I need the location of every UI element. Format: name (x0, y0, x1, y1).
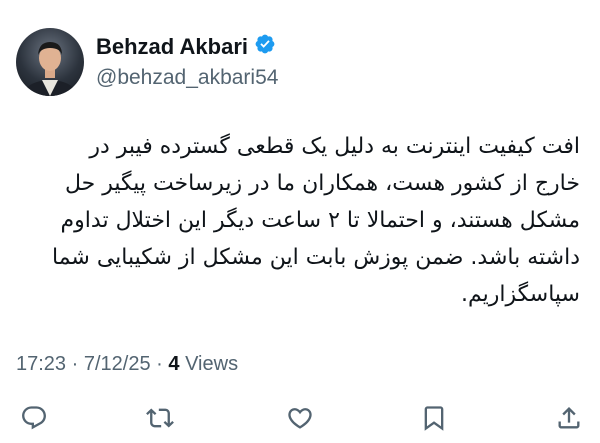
tweet-meta: 17:23 · 7/12/25 · 4 Views (16, 353, 238, 376)
tweet-time[interactable]: 17:23 (16, 353, 66, 375)
like-button[interactable] (280, 398, 320, 438)
author-name-row: Behzad Akbari (96, 33, 276, 60)
author-display-name[interactable]: Behzad Akbari (96, 34, 248, 60)
share-button[interactable] (549, 398, 589, 438)
tweet-text: افت کیفیت اینترنت به دلیل یک قطعی گسترده… (52, 134, 580, 307)
meta-separator: · (71, 353, 79, 375)
retweet-icon (146, 408, 174, 428)
views-label: Views (185, 353, 239, 375)
reply-button[interactable] (14, 398, 54, 438)
meta-separator: · (156, 353, 163, 375)
tweet-date[interactable]: 7/12/25 (84, 353, 151, 375)
verified-badge-icon (254, 33, 276, 60)
heart-icon (288, 408, 312, 429)
views-count[interactable]: 4 (168, 353, 179, 375)
share-icon (558, 407, 580, 429)
bookmark-button[interactable] (414, 398, 454, 438)
retweet-button[interactable] (140, 398, 180, 438)
bookmark-icon (424, 406, 444, 431)
author-handle[interactable]: @behzad_akbari54 (96, 66, 278, 90)
avatar[interactable] (16, 28, 84, 96)
reply-icon (22, 406, 46, 430)
tweet-actions (0, 398, 600, 438)
